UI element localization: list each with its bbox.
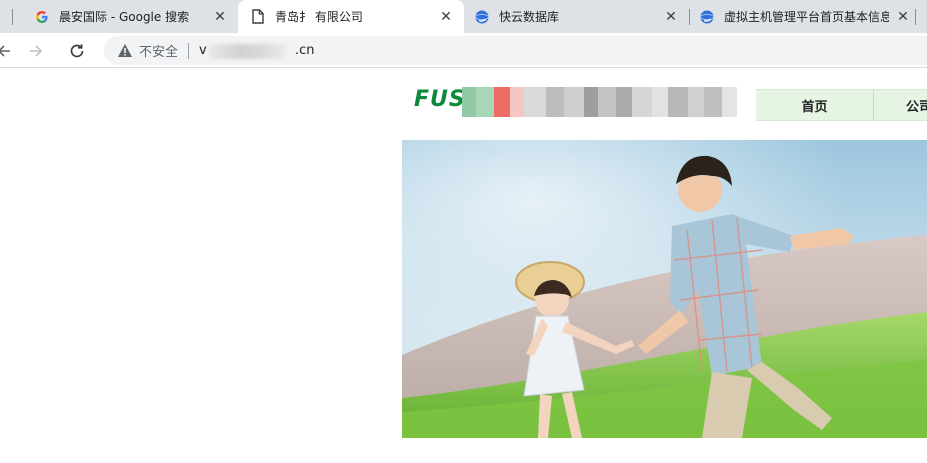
url-text[interactable]: v .cn [199, 43, 315, 59]
redacted-logo-mosaic [462, 87, 747, 117]
warning-triangle-icon[interactable] [116, 42, 134, 60]
browser-toolbar: 不安全 v .cn [0, 33, 927, 68]
cloud-globe-icon [699, 9, 715, 25]
security-status-label[interactable]: 不安全 [139, 41, 178, 60]
site-logo[interactable]: FUS [414, 87, 466, 112]
tab-company-site[interactable]: 青岛扌 有限公司 ✕ [238, 0, 464, 33]
omnibox-divider [188, 42, 190, 59]
tab-title: 青岛扌 有限公司 [275, 10, 363, 24]
tab-separator [915, 9, 916, 25]
tab-google-search[interactable]: 晨安国际 - Google 搜索 ✕ [12, 0, 238, 33]
tab-kuaiyun-db[interactable]: 快云数据库 ✕ [465, 0, 689, 33]
page-document-icon [250, 9, 266, 25]
banner-children-running-illustration [402, 140, 927, 438]
tab-separator [12, 9, 13, 25]
close-icon[interactable]: ✕ [438, 9, 454, 25]
close-icon[interactable]: ✕ [663, 9, 679, 25]
address-bar[interactable]: 不安全 v .cn [104, 36, 927, 65]
reload-icon[interactable] [63, 37, 91, 65]
tab-separator [689, 9, 690, 25]
tab-vhost-panel[interactable]: 虚拟主机管理平台首页基本信息- ✕ [689, 0, 915, 33]
tab-title: 虚拟主机管理平台首页基本信息- [724, 10, 889, 24]
nav-item-home[interactable]: 首页 [756, 90, 873, 120]
redacted-url-mosaic [209, 44, 288, 59]
tab-strip: 晨安国际 - Google 搜索 ✕ 青岛扌 有限公司 ✕ 快云数据库 ✕ 虚拟… [0, 0, 927, 33]
close-icon[interactable]: ✕ [212, 9, 228, 25]
hero-banner-image [402, 140, 927, 438]
cloud-globe-icon [474, 9, 490, 25]
tab-title: 晨安国际 - Google 搜索 [59, 10, 190, 24]
google-g-icon [34, 9, 50, 25]
nav-item-company[interactable]: 公司 [874, 90, 927, 120]
site-nav-bar: 首页 公司 [756, 89, 927, 121]
url-prefix: v [199, 43, 207, 58]
forward-arrow-icon[interactable] [22, 37, 50, 65]
tab-title: 快云数据库 [499, 10, 560, 24]
close-icon[interactable]: ✕ [895, 9, 911, 25]
web-page: FUS 首页 公司 [0, 69, 927, 463]
back-arrow-icon[interactable] [0, 37, 18, 65]
url-suffix: .cn [295, 43, 315, 58]
